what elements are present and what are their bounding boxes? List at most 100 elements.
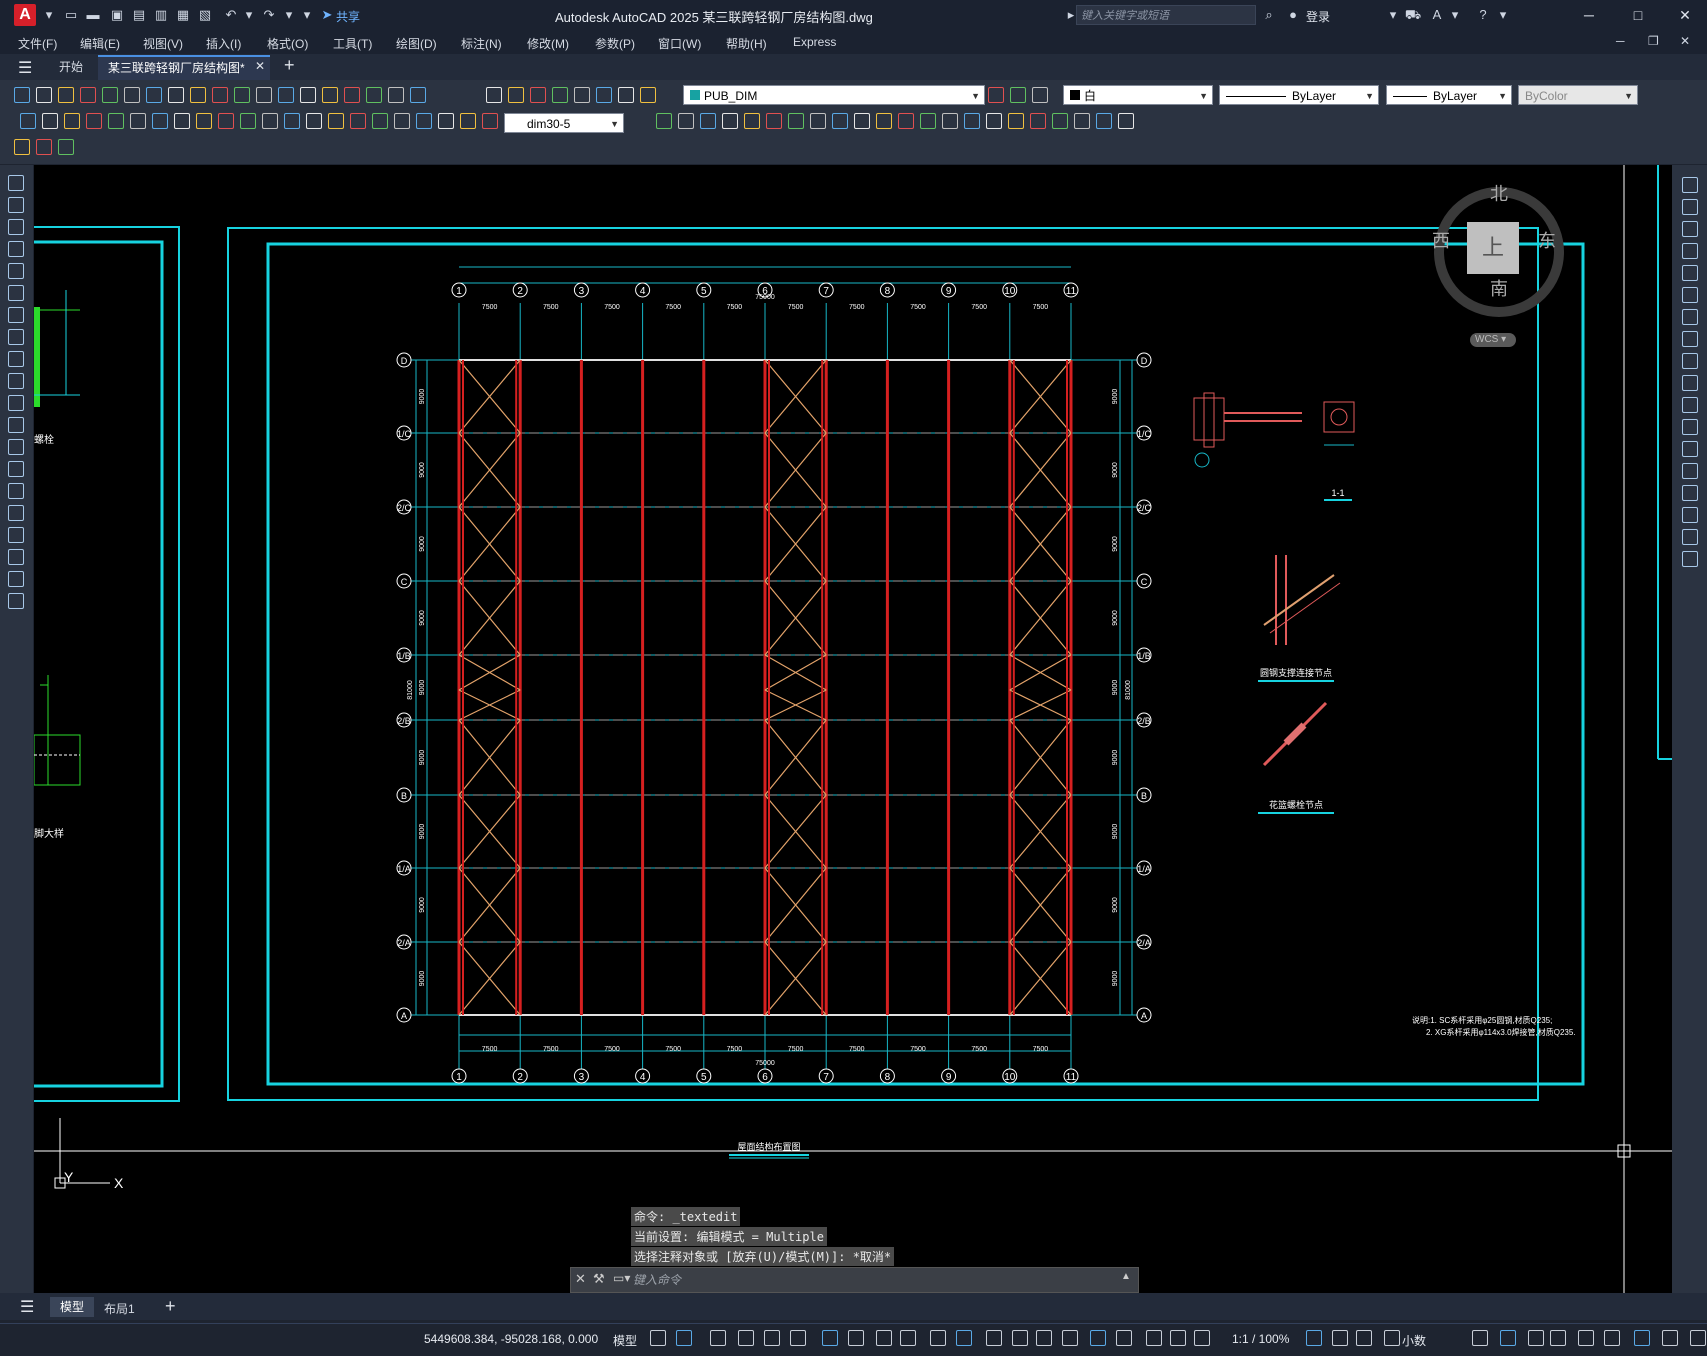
status-toggle-icon[interactable]: [1090, 1330, 1106, 1346]
search-input[interactable]: 键入关键字或短语: [1076, 5, 1256, 25]
toolbar-tool-icon[interactable]: [322, 87, 338, 103]
status-toggle-icon[interactable]: [1528, 1330, 1544, 1346]
modify-tool-icon[interactable]: [1682, 199, 1698, 215]
toolbar-tool-icon[interactable]: [810, 113, 826, 129]
undo-dropdown-icon[interactable]: ▾: [240, 6, 258, 24]
toolbar-tool-icon[interactable]: [102, 87, 118, 103]
status-toggle-icon[interactable]: [1194, 1330, 1210, 1346]
menu-window[interactable]: 窗口(W): [658, 35, 701, 52]
viewcube-west[interactable]: 西: [1432, 227, 1450, 253]
toolbar-tool-icon[interactable]: [1074, 113, 1090, 129]
toolbar-tool-icon[interactable]: [108, 113, 124, 129]
modify-tool-icon[interactable]: [1682, 507, 1698, 523]
toolbar-tool-icon[interactable]: [640, 87, 656, 103]
open-from-web-icon[interactable]: ▥: [152, 6, 170, 24]
menu-tools[interactable]: 工具(T): [333, 35, 372, 52]
toolbar-tool-icon[interactable]: [212, 87, 228, 103]
toolbar-tool-icon[interactable]: [174, 113, 190, 129]
toolbar-tool-icon[interactable]: [256, 87, 272, 103]
toolbar-tool-icon[interactable]: [898, 113, 914, 129]
toolbar-tool-icon[interactable]: [58, 87, 74, 103]
viewcube-south[interactable]: 南: [1490, 275, 1508, 301]
modify-tool-icon[interactable]: [1682, 419, 1698, 435]
toolbar-tool-icon[interactable]: [482, 113, 498, 129]
plot-icon[interactable]: ▧: [196, 6, 214, 24]
toolbar-tool-icon[interactable]: [574, 87, 590, 103]
command-input[interactable]: 键入命令: [633, 1271, 681, 1288]
new-file-icon[interactable]: ▭: [62, 6, 80, 24]
menu-format[interactable]: 格式(O): [267, 35, 308, 52]
units-dropdown[interactable]: 小数: [1402, 1332, 1426, 1349]
login-button[interactable]: 登录: [1306, 8, 1330, 25]
command-customize-icon[interactable]: ⚒: [593, 1271, 605, 1287]
modify-tool-icon[interactable]: [1682, 309, 1698, 325]
menu-edit[interactable]: 编辑(E): [80, 35, 120, 52]
toolbar-tool-icon[interactable]: [36, 87, 52, 103]
doc-close-button[interactable]: ✕: [1680, 34, 1690, 48]
tab-model[interactable]: 模型: [50, 1297, 94, 1317]
toolbar-tool-icon[interactable]: [36, 139, 52, 155]
toolbar-tool-icon[interactable]: [86, 113, 102, 129]
toolbar-tool-icon[interactable]: [300, 87, 316, 103]
status-toggle-icon[interactable]: [1332, 1330, 1348, 1346]
share-button[interactable]: 共享: [336, 8, 360, 25]
layer-dropdown[interactable]: PUB_DIM ▼: [683, 85, 985, 105]
toolbar-tool-icon[interactable]: [14, 87, 30, 103]
draw-tool-icon[interactable]: [8, 461, 24, 477]
toolbar-tool-icon[interactable]: [744, 113, 760, 129]
drawing-canvas[interactable]: 1 1 2 2 3 3 4 4 5 5 6 6 7 7 8 8 9 9 10 10 11 11 7500 7500 7500 75…: [34, 165, 1672, 1293]
toolbar-tool-icon[interactable]: [394, 113, 410, 129]
toolbar-tool-icon[interactable]: [530, 87, 546, 103]
tab-start[interactable]: 开始: [50, 55, 92, 79]
draw-tool-icon[interactable]: [8, 329, 24, 345]
draw-tool-icon[interactable]: [8, 373, 24, 389]
status-toggle-icon[interactable]: [1578, 1330, 1594, 1346]
draw-tool-icon[interactable]: [8, 351, 24, 367]
doc-restore-button[interactable]: ❐: [1648, 34, 1659, 48]
status-toggle-icon[interactable]: [930, 1330, 946, 1346]
toolbar-tool-icon[interactable]: [1096, 113, 1112, 129]
command-close-icon[interactable]: ✕: [575, 1271, 586, 1287]
menu-modify[interactable]: 修改(M): [527, 35, 569, 52]
dimstyle-dropdown[interactable]: dim30-5 ▼: [504, 113, 624, 133]
coordinates-readout[interactable]: 5449608.384, -95028.168, 0.000: [424, 1332, 598, 1346]
toolbar-tool-icon[interactable]: [388, 87, 404, 103]
draw-tool-icon[interactable]: [8, 505, 24, 521]
menu-file[interactable]: 文件(F): [18, 35, 57, 52]
command-history-toggle-icon[interactable]: ▲: [1121, 1271, 1131, 1282]
help-dropdown-icon[interactable]: ▾: [1494, 6, 1512, 24]
status-toggle-icon[interactable]: [1500, 1330, 1516, 1346]
toolbar-tool-icon[interactable]: [262, 113, 278, 129]
toolbar-tool-icon[interactable]: [42, 113, 58, 129]
modify-tool-icon[interactable]: [1682, 397, 1698, 413]
draw-tool-icon[interactable]: [8, 527, 24, 543]
a360-dropdown-icon[interactable]: ▾: [1446, 6, 1464, 24]
toolbar-tool-icon[interactable]: [350, 113, 366, 129]
menu-insert[interactable]: 插入(I): [206, 35, 241, 52]
modify-tool-icon[interactable]: [1682, 243, 1698, 259]
tab-layout1[interactable]: 布局1: [104, 1300, 135, 1317]
toolbar-tool-icon[interactable]: [190, 87, 206, 103]
toolbar-tool-icon[interactable]: [700, 113, 716, 129]
toolbar-tool-icon[interactable]: [58, 139, 74, 155]
status-toggle-icon[interactable]: [956, 1330, 972, 1346]
toolbar-tool-icon[interactable]: [1052, 113, 1068, 129]
toolbar-tool-icon[interactable]: [942, 113, 958, 129]
toolbar-tool-icon[interactable]: [14, 139, 30, 155]
modify-tool-icon[interactable]: [1682, 485, 1698, 501]
status-toggle-icon[interactable]: [738, 1330, 754, 1346]
status-toggle-icon[interactable]: [1146, 1330, 1162, 1346]
app-menu-chevron-icon[interactable]: ▾: [40, 6, 58, 24]
command-prompt-icon[interactable]: ▭▾: [613, 1271, 630, 1285]
toolbar-tool-icon[interactable]: [854, 113, 870, 129]
annotation-scale-button[interactable]: 1:1 / 100%: [1232, 1332, 1289, 1346]
toolbar-tool-icon[interactable]: [20, 113, 36, 129]
toolbar-tool-icon[interactable]: [508, 87, 524, 103]
autodesk-a360-icon[interactable]: A: [1428, 6, 1446, 24]
draw-tool-icon[interactable]: [8, 219, 24, 235]
toolbar-tool-icon[interactable]: [964, 113, 980, 129]
color-dropdown[interactable]: 白 ▼: [1063, 85, 1213, 105]
doc-minimize-button[interactable]: ─: [1616, 34, 1625, 48]
modify-tool-icon[interactable]: [1682, 331, 1698, 347]
toolbar-tool-icon[interactable]: [80, 87, 96, 103]
